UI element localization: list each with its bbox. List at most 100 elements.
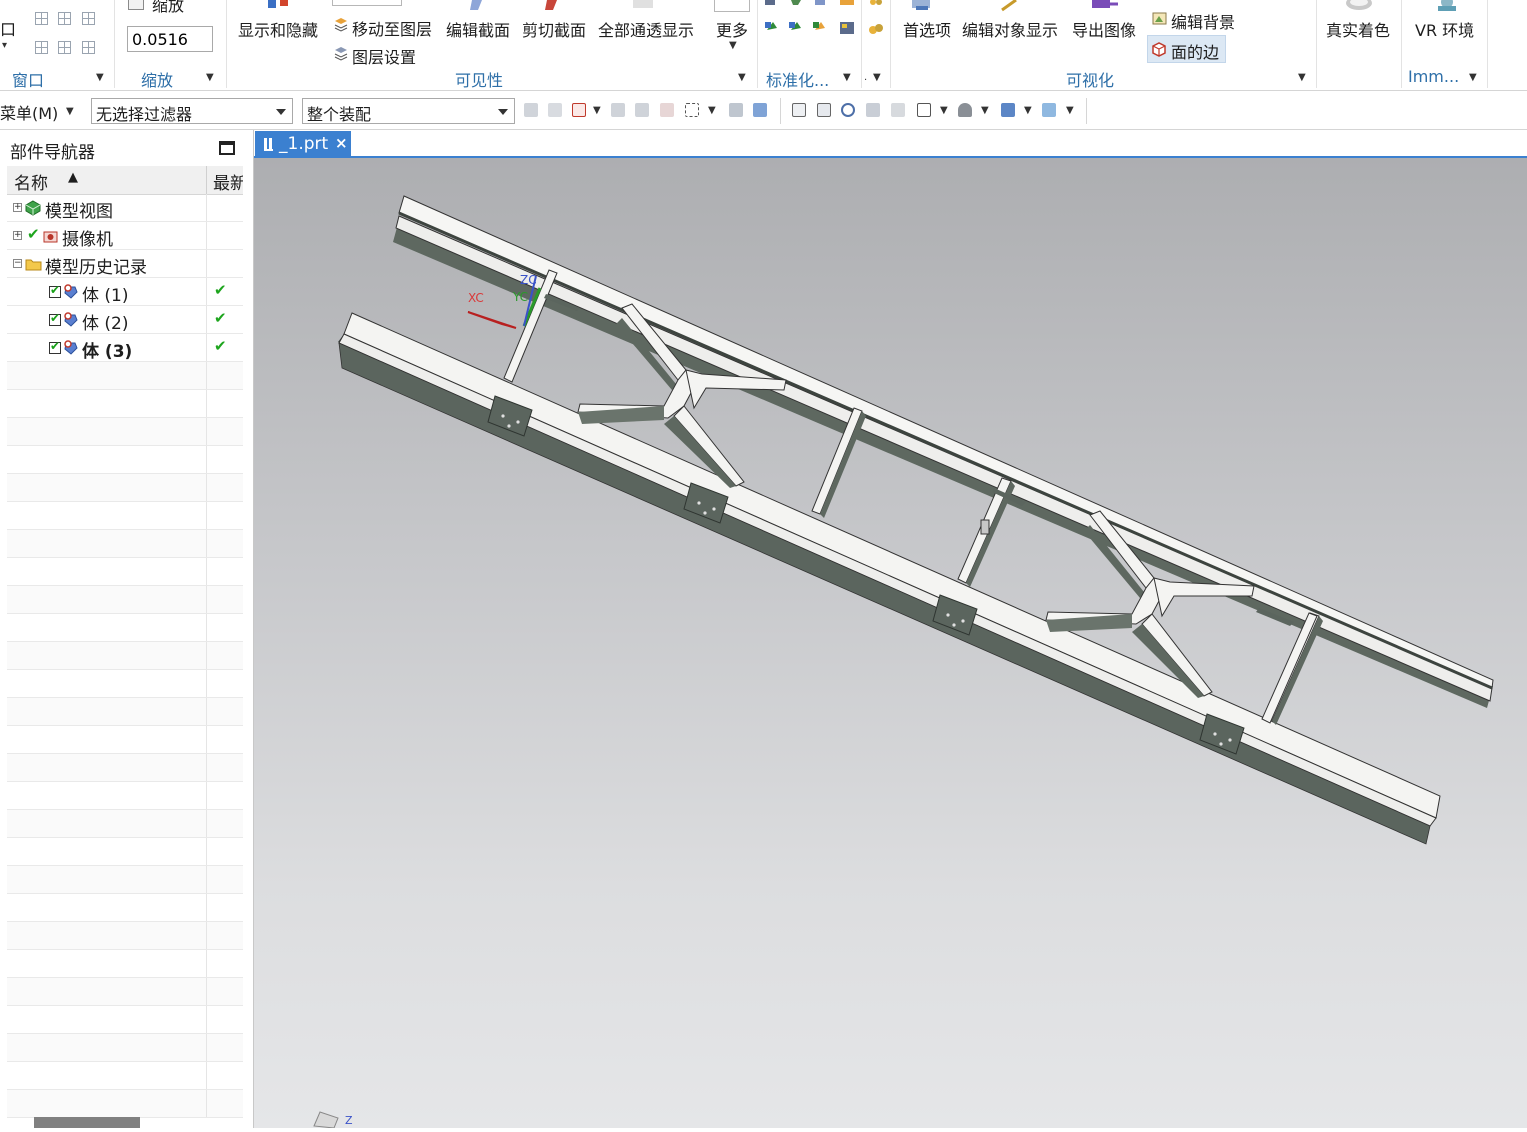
section-view-icon[interactable] xyxy=(1042,103,1056,117)
shading-style-icon[interactable] xyxy=(958,103,972,117)
chevron-down-icon[interactable]: ▼ xyxy=(593,105,601,116)
all-transparent-button[interactable]: 全部通透显示 xyxy=(598,17,694,41)
column-header-latest[interactable]: 最新 xyxy=(213,169,243,194)
tile-icon[interactable] xyxy=(82,12,95,25)
edit-section-button[interactable]: 编辑截面 xyxy=(446,17,510,41)
zoom-icon[interactable] xyxy=(128,0,144,10)
lower-side-rail[interactable] xyxy=(338,312,1441,845)
transparent-icon[interactable] xyxy=(633,0,653,8)
group-expand-arrow[interactable]: ▼ xyxy=(96,72,104,83)
group-expand-arrow[interactable]: ▼ xyxy=(1298,72,1306,83)
maximize-icon[interactable] xyxy=(219,141,235,155)
group-expand-arrow[interactable]: ▼ xyxy=(1469,72,1477,83)
expand-icon[interactable]: + xyxy=(13,203,22,212)
export-image-icon[interactable] xyxy=(1090,0,1120,12)
tree-node-body-1[interactable]: 体 (1) ✔ xyxy=(7,278,243,306)
show-hide-icon[interactable] xyxy=(266,0,292,10)
render-style-icons[interactable] xyxy=(867,0,887,40)
column-header-name[interactable]: 名称 xyxy=(14,169,48,194)
eraser-icon[interactable] xyxy=(729,103,743,117)
window-dropdown-arrow[interactable]: ▾ xyxy=(2,40,7,51)
move-to-layer-button[interactable]: 移动至图层 xyxy=(352,16,432,40)
tile-icon[interactable] xyxy=(58,41,71,54)
collapse-icon[interactable]: − xyxy=(13,259,22,268)
edit-object-display-button[interactable]: 编辑对象显示 xyxy=(962,17,1058,41)
general-selection-icon[interactable] xyxy=(572,103,586,117)
face-rule-icon[interactable] xyxy=(635,103,649,117)
window-button-label[interactable]: 口 xyxy=(0,16,16,40)
chevron-down-icon[interactable]: ▼ xyxy=(940,105,948,116)
clip-section-button[interactable]: 剪切截面 xyxy=(522,17,586,41)
tree-node-model-history[interactable]: − 模型历史记录 xyxy=(7,250,243,278)
true-shading-icon[interactable] xyxy=(1344,0,1374,12)
tile-icon[interactable] xyxy=(82,41,95,54)
sort-ascending-icon[interactable]: ▲ xyxy=(68,170,78,185)
tile-icon[interactable] xyxy=(58,12,71,25)
frame-model[interactable]: XC YC ZC Z xyxy=(254,158,1527,1129)
tree-node-body-2[interactable]: 体 (2) ✔ xyxy=(7,306,243,334)
horizontal-scrollbar-thumb[interactable] xyxy=(34,1117,140,1128)
layer-settings-button[interactable]: 图层设置 xyxy=(352,44,416,68)
selection-filter-dropdown[interactable]: 无选择过滤器 xyxy=(91,98,293,124)
show-hide-button[interactable]: 显示和隐藏 xyxy=(238,17,318,41)
zoom-scale-input[interactable] xyxy=(127,26,213,52)
column-divider[interactable] xyxy=(206,166,207,194)
chevron-down-icon[interactable]: ▼ xyxy=(1024,105,1032,116)
visibility-checkbox[interactable] xyxy=(49,283,61,298)
cross-member[interactable] xyxy=(1261,612,1318,724)
connector-bolt[interactable] xyxy=(980,519,990,535)
vr-environment-button[interactable]: VR 环境 xyxy=(1415,17,1474,41)
more-button[interactable]: 更多 xyxy=(716,17,748,41)
curve-rule-icon[interactable] xyxy=(611,103,625,117)
orient-icon[interactable] xyxy=(891,103,905,117)
export-image-button[interactable]: 导出图像 xyxy=(1072,17,1136,41)
vr-environment-icon[interactable] xyxy=(1432,0,1462,12)
graphics-viewport[interactable]: XC YC ZC Z xyxy=(254,158,1527,1129)
chevron-down-icon[interactable]: ▼ xyxy=(1066,105,1074,116)
rectangle-select-icon[interactable] xyxy=(685,103,699,117)
standard-view-icons[interactable] xyxy=(763,0,835,40)
group-expand-arrow[interactable]: ▼ xyxy=(843,72,851,83)
menu-dropdown-arrow[interactable]: ▼ xyxy=(66,106,74,117)
preferences-button[interactable]: 首选项 xyxy=(903,17,951,41)
zoom-window-icon[interactable] xyxy=(817,103,831,117)
more-dropdown-arrow[interactable]: ▼ xyxy=(729,40,737,51)
assembly-scope-dropdown[interactable]: 整个装配 xyxy=(302,98,515,124)
true-shading-button[interactable]: 真实着色 xyxy=(1326,17,1390,41)
select-feature-icon[interactable] xyxy=(524,103,538,117)
group-expand-arrow[interactable]: . xyxy=(864,72,867,83)
render-mode-icon[interactable] xyxy=(1001,103,1015,117)
preferences-icon[interactable] xyxy=(910,0,934,12)
empty-tree-row xyxy=(7,530,243,558)
tile-icon[interactable] xyxy=(35,12,48,25)
tree-node-cameras[interactable]: + ✔ 摄像机 xyxy=(7,222,243,250)
visibility-checkbox[interactable] xyxy=(49,339,61,354)
clip-section-icon[interactable] xyxy=(543,0,561,10)
document-tab[interactable]: _1.prt × xyxy=(255,131,351,158)
group-expand-arrow[interactable]: ▼ xyxy=(206,72,214,83)
snap-icon[interactable] xyxy=(548,103,562,117)
chevron-down-icon[interactable]: ▼ xyxy=(708,105,716,116)
layer-dropdown[interactable] xyxy=(332,0,402,6)
standard-view-icons-2[interactable] xyxy=(838,0,862,40)
fit-view-icon[interactable] xyxy=(792,103,806,117)
edit-section-icon[interactable] xyxy=(468,0,486,10)
group-expand-arrow[interactable]: ▼ xyxy=(738,72,746,83)
group-expand-arrow[interactable]: ▼ xyxy=(873,72,881,83)
tree-node-body-3[interactable]: 体 (3) ✔ xyxy=(7,334,243,362)
cube-select-icon[interactable] xyxy=(753,103,767,117)
visibility-checkbox[interactable] xyxy=(49,311,61,326)
edit-background-button[interactable]: 编辑背景 xyxy=(1171,9,1235,33)
tree-node-model-views[interactable]: + 模型视图 xyxy=(7,194,243,222)
more-icon[interactable] xyxy=(714,0,750,12)
close-icon[interactable]: × xyxy=(335,134,348,152)
edit-object-display-icon[interactable] xyxy=(998,0,1022,12)
tile-icon[interactable] xyxy=(35,41,48,54)
expand-icon[interactable]: + xyxy=(13,231,22,240)
select-intent-icon[interactable] xyxy=(660,103,674,117)
menu-button[interactable]: 菜单(M) xyxy=(0,100,58,124)
pan-icon[interactable] xyxy=(866,103,880,117)
layout-icon[interactable] xyxy=(917,103,931,117)
rotate-icon[interactable] xyxy=(841,103,855,117)
chevron-down-icon[interactable]: ▼ xyxy=(981,105,989,116)
